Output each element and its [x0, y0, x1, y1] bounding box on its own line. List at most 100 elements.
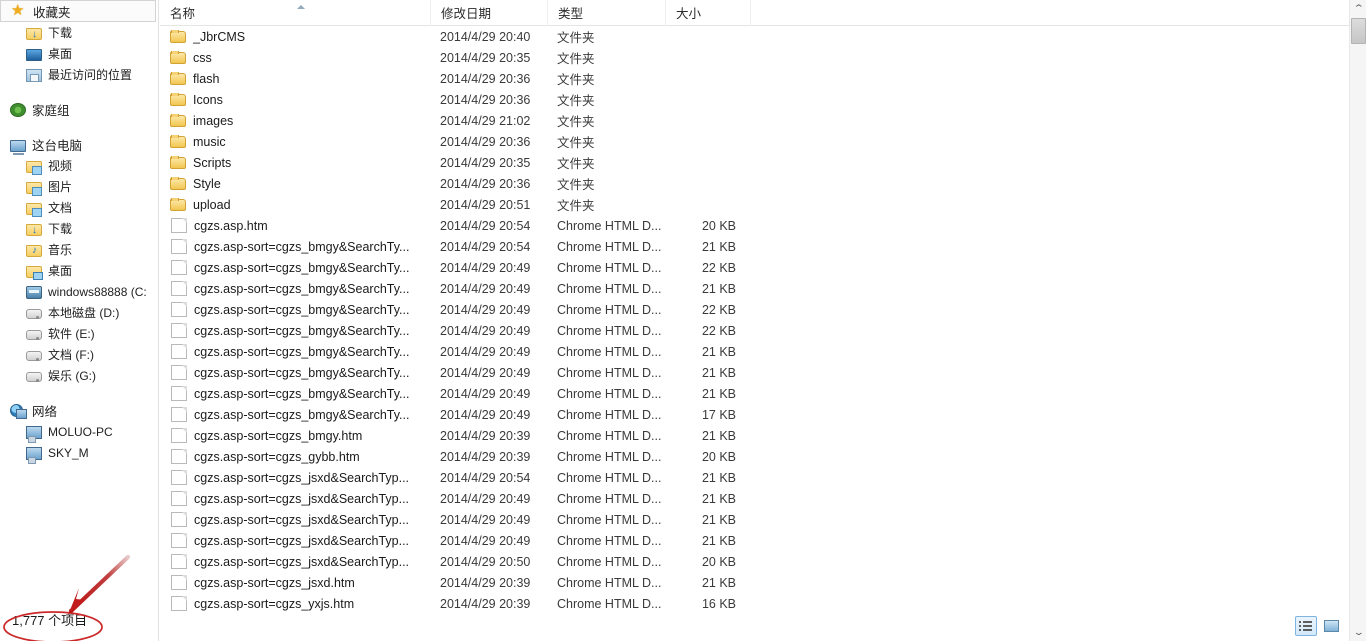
sidebar-item-i3-null[interactable]: 网络 [0, 400, 158, 421]
file-row[interactable]: _JbrCMS 2014/4/29 20:40 文件夹 [160, 26, 1350, 47]
file-name-cell: css [160, 50, 430, 65]
file-row[interactable]: flash 2014/4/29 20:36 文件夹 [160, 68, 1350, 89]
file-name-cell: cgzs.asp-sort=cgzs_bmgy&SearchTy... [160, 407, 430, 422]
file-row[interactable]: cgzs.asp-sort=cgzs_bmgy&SearchTy... 2014/… [160, 404, 1350, 425]
file-row[interactable]: cgzs.asp-sort=cgzs_jsxd&SearchTyp... 2014… [160, 530, 1350, 551]
file-size-cell: 21 KB [701, 512, 736, 527]
file-row[interactable]: images 2014/4/29 21:02 文件夹 [160, 110, 1350, 131]
file-row[interactable]: cgzs.asp-sort=cgzs_bmgy&SearchTy... 2014/… [160, 341, 1350, 362]
file-row[interactable]: cgzs.asp.htm 2014/4/29 20:54 Chrome HTML D… [160, 215, 1350, 236]
sidebar-item-i2-4[interactable]: 音乐 [0, 239, 158, 260]
file-type-cell: Chrome HTML D... [557, 533, 662, 548]
scroll-up-arrow-icon[interactable]: ⌃ [1350, 0, 1366, 17]
file-row[interactable]: cgzs.asp-sort=cgzs_bmgy&SearchTy... 2014/… [160, 383, 1350, 404]
sidebar-item-i2-null[interactable]: 这台电脑 [0, 134, 158, 155]
file-row[interactable]: cgzs.asp-sort=cgzs_bmgy&SearchTy... 2014/… [160, 320, 1350, 341]
file-row[interactable]: css 2014/4/29 20:35 文件夹 [160, 47, 1350, 68]
sidebar-item-i2-2[interactable]: 文档 [0, 197, 158, 218]
file-row[interactable]: cgzs.asp-sort=cgzs_bmgy&SearchTy... 2014/… [160, 278, 1350, 299]
sidebar-item-i0-2[interactable]: 最近访问的位置 [0, 64, 158, 85]
file-size-cell: 21 KB [701, 386, 736, 401]
file-date-cell: 2014/4/29 20:40 [440, 29, 531, 44]
file-row[interactable]: cgzs.asp-sort=cgzs_jsxd&SearchTyp... 2014… [160, 551, 1350, 572]
vertical-scrollbar[interactable]: ⌃ ⌄ [1349, 0, 1366, 641]
desktop-icon [26, 48, 42, 61]
sidebar-item-sky_m[interactable]: SKY_M [0, 442, 158, 464]
sidebar-item-e[interactable]: 软件 (E:) [0, 323, 158, 344]
network-computer-icon [26, 447, 42, 464]
sidebar-item-i0-0[interactable]: 下载 [0, 22, 158, 43]
file-type-cell: Chrome HTML D... [557, 407, 662, 422]
file-row[interactable]: cgzs.asp-sort=cgzs_jsxd&SearchTyp... 2014… [160, 509, 1350, 530]
file-name-label: cgzs.asp-sort=cgzs_yxjs.htm [194, 596, 355, 611]
details-view-button[interactable] [1295, 616, 1317, 636]
large-icons-view-button[interactable] [1320, 616, 1342, 636]
sidebar-item-i2-3[interactable]: 下载 [0, 218, 158, 239]
file-row[interactable]: cgzs.asp-sort=cgzs_jsxd&SearchTyp... 2014… [160, 467, 1350, 488]
column-header-date[interactable]: 修改日期 [430, 0, 547, 26]
network-computer-icon [26, 426, 42, 443]
file-name-cell: cgzs.asp-sort=cgzs_gybb.htm [160, 449, 430, 464]
sidebar-item-i0-1[interactable]: 桌面 [0, 43, 158, 64]
file-row[interactable]: cgzs.asp-sort=cgzs_bmgy&SearchTy... 2014/… [160, 257, 1350, 278]
file-name-label: cgzs.asp-sort=cgzs_bmgy&SearchTy... [194, 260, 410, 275]
file-name-label: cgzs.asp.htm [194, 218, 268, 233]
file-row[interactable]: cgzs.asp-sort=cgzs_bmgy.htm 2014/4/29 20:… [160, 425, 1350, 446]
file-row[interactable]: Scripts 2014/4/29 20:35 文件夹 [160, 152, 1350, 173]
sidebar-item-i0-null[interactable]: 收藏夹 [0, 0, 156, 22]
file-row[interactable]: cgzs.asp-sort=cgzs_bmgy&SearchTy... 2014/… [160, 236, 1350, 257]
scroll-down-glyph: ⌄ [1352, 627, 1365, 637]
column-header-size[interactable]: 大小 [665, 0, 750, 26]
folder-desktop-icon [26, 265, 43, 280]
file-row[interactable]: cgzs.asp-sort=cgzs_gybb.htm 2014/4/29 20:… [160, 446, 1350, 467]
sidebar-item-windows88888c[interactable]: windows88888 (C: [0, 281, 158, 302]
file-list[interactable]: _JbrCMS 2014/4/29 20:40 文件夹 css 2014/4/29 20… [160, 26, 1350, 614]
file-size-cell: 21 KB [701, 491, 736, 506]
file-row[interactable]: Icons 2014/4/29 20:36 文件夹 [160, 89, 1350, 110]
column-header-row[interactable]: 名称 修改日期 类型 大小 [160, 0, 1350, 26]
scroll-down-arrow-icon[interactable]: ⌄ [1350, 624, 1366, 641]
view-mode-buttons[interactable] [1295, 616, 1342, 636]
file-name-label: Scripts [193, 155, 232, 170]
sidebar-item-i2-1[interactable]: 图片 [0, 176, 158, 197]
sidebar-item-f[interactable]: 文档 (F:) [0, 344, 158, 365]
file-name-label: cgzs.asp-sort=cgzs_bmgy&SearchTy... [194, 323, 410, 338]
file-name-cell: cgzs.asp-sort=cgzs_bmgy&SearchTy... [160, 239, 430, 254]
sidebar-item-moluopc[interactable]: MOLUO-PC [0, 421, 158, 443]
column-header-type[interactable]: 类型 [547, 0, 665, 26]
file-row[interactable]: upload 2014/4/29 20:51 文件夹 [160, 194, 1350, 215]
sidebar-item-i2-0[interactable]: 视频 [0, 155, 158, 176]
file-type-cell: Chrome HTML D... [557, 470, 662, 485]
sidebar-item-i2-5[interactable]: 桌面 [0, 260, 158, 281]
file-row[interactable]: cgzs.asp-sort=cgzs_jsxd&SearchTyp... 2014… [160, 488, 1350, 509]
sidebar-item-label: 这台电脑 [32, 139, 83, 153]
sidebar-group-spacer [0, 386, 158, 400]
sidebar-item-label: 音乐 [48, 243, 73, 257]
file-name-cell: cgzs.asp-sort=cgzs_bmgy&SearchTy... [160, 386, 430, 401]
file-name-cell: cgzs.asp.htm [160, 218, 430, 233]
navigation-pane[interactable]: 收藏夹下载桌面最近访问的位置家庭组这台电脑视频图片文档下载音乐桌面windows… [0, 0, 159, 641]
file-type-cell: 文件夹 [557, 94, 595, 108]
file-row[interactable]: cgzs.asp-sort=cgzs_jsxd.htm 2014/4/29 20:… [160, 572, 1350, 593]
file-type-cell: 文件夹 [557, 115, 595, 129]
file-row[interactable]: cgzs.asp-sort=cgzs_bmgy&SearchTy... 2014/… [160, 299, 1350, 320]
sidebar-item-g[interactable]: 娱乐 (G:) [0, 365, 158, 386]
file-row[interactable]: music 2014/4/29 20:36 文件夹 [160, 131, 1350, 152]
file-name-label: cgzs.asp-sort=cgzs_bmgy&SearchTy... [194, 365, 410, 380]
sidebar-group-spacer [0, 120, 158, 134]
scrollbar-thumb[interactable] [1351, 18, 1366, 44]
file-row[interactable]: cgzs.asp-sort=cgzs_bmgy&SearchTy... 2014/… [160, 362, 1350, 383]
file-list-pane[interactable]: 名称 修改日期 类型 大小 _JbrCMS 2014/4/29 20:40 文件夹 c… [160, 0, 1350, 641]
file-size-cell: 20 KB [701, 218, 736, 233]
drive-icon [26, 330, 42, 340]
file-date-cell: 2014/4/29 20:49 [440, 365, 531, 380]
details-view-icon [1299, 620, 1313, 632]
column-header-empty-space [750, 0, 1270, 26]
column-header-name[interactable]: 名称 [160, 0, 430, 26]
file-type-cell: Chrome HTML D... [557, 365, 662, 380]
file-row[interactable]: cgzs.asp-sort=cgzs_yxjs.htm 2014/4/29 20:… [160, 593, 1350, 614]
html-document-icon [171, 596, 187, 611]
sidebar-item-i1-null[interactable]: 家庭组 [0, 99, 158, 120]
file-row[interactable]: Style 2014/4/29 20:36 文件夹 [160, 173, 1350, 194]
sidebar-item-d[interactable]: 本地磁盘 (D:) [0, 302, 158, 323]
